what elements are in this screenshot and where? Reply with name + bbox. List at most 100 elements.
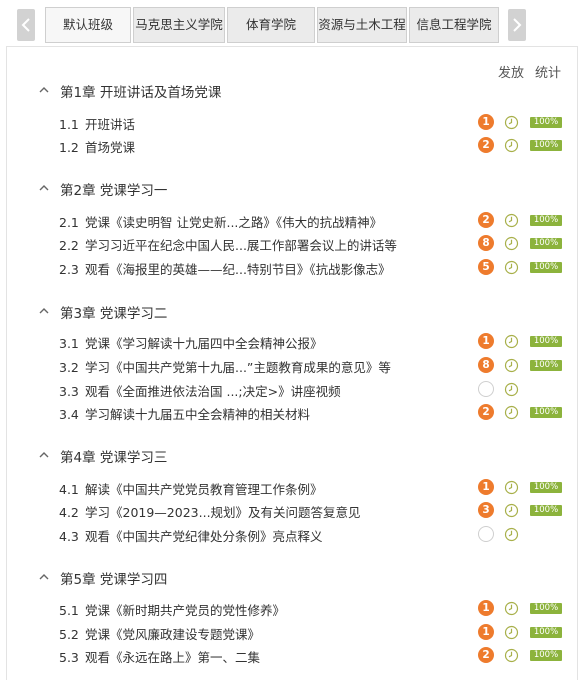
completion-badge[interactable]: 100% bbox=[530, 336, 562, 347]
clock-icon[interactable] bbox=[504, 503, 519, 518]
publish-count-badge[interactable]: 2 bbox=[478, 404, 494, 420]
lesson-number: 2.2 bbox=[59, 238, 79, 253]
completion-badge[interactable]: 100% bbox=[530, 482, 562, 493]
tab-sports-school[interactable]: 体育学院 bbox=[227, 7, 315, 43]
clock-icon[interactable] bbox=[504, 260, 519, 275]
publish-count-badge[interactable] bbox=[478, 381, 494, 397]
lesson-title[interactable]: 观看《全面推进依法治国 ...;决定>》讲座视频 bbox=[85, 384, 341, 399]
completion-badge[interactable]: 100% bbox=[530, 215, 562, 226]
lesson-item[interactable]: 5.1 党课《新时期共产党员的党性修养》 bbox=[59, 600, 285, 619]
chapter-title[interactable]: 第5章 党课学习四 bbox=[60, 568, 167, 588]
clock-icon[interactable] bbox=[504, 601, 519, 616]
lesson-title[interactable]: 学习习近平在纪念中国人民...展工作部署会议上的讲话等 bbox=[85, 238, 397, 253]
lesson-title[interactable]: 首场党课 bbox=[85, 140, 135, 155]
completion-badge[interactable]: 100% bbox=[530, 360, 562, 371]
lesson-item[interactable]: 3.1 党课《学习解读十九届四中全会精神公报》 bbox=[59, 333, 323, 352]
clock-icon[interactable] bbox=[504, 358, 519, 373]
publish-count-badge[interactable]: 2 bbox=[478, 212, 494, 228]
clock-icon[interactable] bbox=[504, 382, 519, 397]
lesson-number: 3.4 bbox=[59, 407, 79, 422]
lesson-item[interactable]: 3.4 学习解读十九届五中全会精神的相关材料 bbox=[59, 404, 310, 423]
clock-icon[interactable] bbox=[504, 405, 519, 420]
lesson-number: 2.3 bbox=[59, 262, 79, 277]
clock-icon[interactable] bbox=[504, 625, 519, 640]
chevron-up-icon[interactable] bbox=[38, 571, 50, 583]
tab-scroll-right-button[interactable] bbox=[508, 9, 526, 41]
lesson-title[interactable]: 党课《读史明智 让党史新...之路》《伟大的抗战精神》 bbox=[85, 215, 382, 230]
lesson-item[interactable]: 1.1 开班讲话 bbox=[59, 114, 135, 133]
lesson-item[interactable]: 4.3 观看《中国共产党纪律处分条例》亮点释义 bbox=[59, 526, 323, 545]
lesson-title[interactable]: 党课《新时期共产党员的党性修养》 bbox=[85, 603, 285, 618]
clock-icon[interactable] bbox=[504, 213, 519, 228]
completion-badge[interactable]: 100% bbox=[530, 650, 562, 661]
chevron-up-icon[interactable] bbox=[38, 182, 50, 194]
lesson-item[interactable]: 3.3 观看《全面推进依法治国 ...;决定>》讲座视频 bbox=[59, 381, 341, 400]
publish-count-badge[interactable]: 1 bbox=[478, 624, 494, 640]
lesson-item[interactable]: 2.2 学习习近平在纪念中国人民...展工作部署会议上的讲话等 bbox=[59, 235, 397, 254]
chapter-title[interactable]: 第2章 党课学习一 bbox=[60, 179, 167, 199]
lesson-number: 3.2 bbox=[59, 360, 79, 375]
completion-badge[interactable]: 100% bbox=[530, 140, 562, 151]
lesson-title[interactable]: 开班讲话 bbox=[85, 117, 135, 132]
publish-count-badge[interactable]: 1 bbox=[478, 600, 494, 616]
lesson-number: 2.1 bbox=[59, 215, 79, 230]
lesson-number: 1.1 bbox=[59, 117, 79, 132]
lesson-title[interactable]: 观看《海报里的英雄——纪...特别节目》《抗战影像志》 bbox=[85, 262, 391, 277]
publish-count-badge[interactable] bbox=[478, 526, 494, 542]
tab-info-engineering[interactable]: 信息工程学院 bbox=[409, 7, 499, 43]
lesson-item[interactable]: 4.2 学习《2019—2023...规划》及有关问题答复意见 bbox=[59, 502, 361, 521]
lesson-title[interactable]: 学习《2019—2023...规划》及有关问题答复意见 bbox=[85, 505, 361, 520]
completion-badge[interactable]: 100% bbox=[530, 117, 562, 128]
publish-count-badge[interactable]: 1 bbox=[478, 333, 494, 349]
clock-icon[interactable] bbox=[504, 480, 519, 495]
completion-badge[interactable]: 100% bbox=[530, 262, 562, 273]
clock-icon[interactable] bbox=[504, 527, 519, 542]
lesson-item[interactable]: 3.2 学习《中国共产党第十九届...”主题教育成果的意见》等 bbox=[59, 357, 391, 376]
lesson-item[interactable]: 5.2 党课《党风廉政建设专题党课》 bbox=[59, 624, 260, 643]
publish-count-badge[interactable]: 1 bbox=[478, 114, 494, 130]
lesson-title[interactable]: 观看《永远在路上》第一、二集 bbox=[85, 650, 260, 665]
chapter-title[interactable]: 第4章 党课学习三 bbox=[60, 446, 167, 466]
lesson-number: 4.3 bbox=[59, 529, 79, 544]
completion-badge[interactable]: 100% bbox=[530, 407, 562, 418]
publish-count-badge[interactable]: 1 bbox=[478, 479, 494, 495]
chapter-title[interactable]: 第1章 开班讲话及首场党课 bbox=[60, 81, 221, 101]
lesson-title[interactable]: 学习解读十九届五中全会精神的相关材料 bbox=[85, 407, 310, 422]
tab-marxism-school[interactable]: 马克思主义学院 bbox=[133, 7, 225, 43]
publish-count-badge[interactable]: 3 bbox=[478, 502, 494, 518]
lesson-title[interactable]: 党课《党风廉政建设专题党课》 bbox=[85, 627, 260, 642]
lesson-title[interactable]: 观看《中国共产党纪律处分条例》亮点释义 bbox=[85, 529, 323, 544]
publish-count-badge[interactable]: 8 bbox=[478, 235, 494, 251]
chapter-title[interactable]: 第3章 党课学习二 bbox=[60, 302, 167, 322]
lesson-item[interactable]: 1.2 首场党课 bbox=[59, 137, 135, 156]
lesson-title[interactable]: 党课《学习解读十九届四中全会精神公报》 bbox=[85, 336, 323, 351]
completion-badge[interactable]: 100% bbox=[530, 505, 562, 516]
clock-icon[interactable] bbox=[504, 138, 519, 153]
lesson-item[interactable]: 5.3 观看《永远在路上》第一、二集 bbox=[59, 647, 260, 666]
lesson-title[interactable]: 学习《中国共产党第十九届...”主题教育成果的意见》等 bbox=[85, 360, 391, 375]
completion-badge[interactable]: 100% bbox=[530, 603, 562, 614]
lesson-number: 3.1 bbox=[59, 336, 79, 351]
publish-count-badge[interactable]: 8 bbox=[478, 357, 494, 373]
tab-default-class[interactable]: 默认班级 bbox=[45, 7, 131, 43]
chevron-up-icon[interactable] bbox=[38, 84, 50, 96]
course-tab-bar: 默认班级 马克思主义学院 体育学院 资源与土木工程 信息工程学院 bbox=[0, 0, 583, 46]
completion-badge[interactable]: 100% bbox=[530, 238, 562, 249]
clock-icon[interactable] bbox=[504, 115, 519, 130]
clock-icon[interactable] bbox=[504, 648, 519, 663]
chevron-up-icon[interactable] bbox=[38, 449, 50, 461]
clock-icon[interactable] bbox=[504, 236, 519, 251]
lesson-number: 5.2 bbox=[59, 627, 79, 642]
tab-scroll-left-button[interactable] bbox=[17, 9, 35, 41]
completion-badge[interactable]: 100% bbox=[530, 627, 562, 638]
chevron-up-icon[interactable] bbox=[38, 305, 50, 317]
tab-resources-civil[interactable]: 资源与土木工程 bbox=[317, 7, 407, 43]
publish-count-badge[interactable]: 2 bbox=[478, 647, 494, 663]
publish-count-badge[interactable]: 2 bbox=[478, 137, 494, 153]
lesson-item[interactable]: 2.3 观看《海报里的英雄——纪...特别节目》《抗战影像志》 bbox=[59, 259, 391, 278]
publish-count-badge[interactable]: 5 bbox=[478, 259, 494, 275]
lesson-title[interactable]: 解读《中国共产党党员教育管理工作条例》 bbox=[85, 482, 323, 497]
lesson-item[interactable]: 2.1 党课《读史明智 让党史新...之路》《伟大的抗战精神》 bbox=[59, 212, 382, 231]
clock-icon[interactable] bbox=[504, 334, 519, 349]
lesson-item[interactable]: 4.1 解读《中国共产党党员教育管理工作条例》 bbox=[59, 479, 323, 498]
